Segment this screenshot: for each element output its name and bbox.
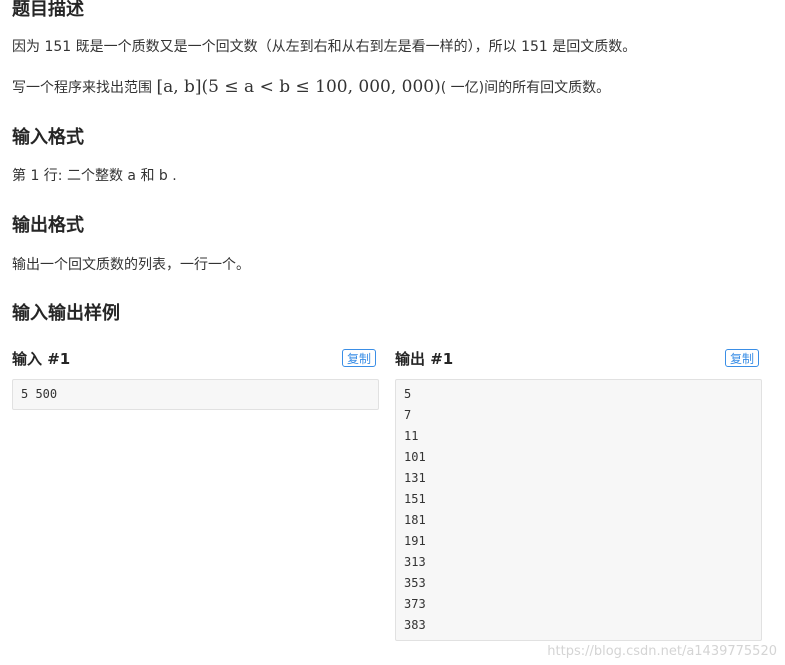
output-line: 131: [404, 471, 426, 485]
output-line: 5: [404, 387, 412, 401]
copy-input-button[interactable]: 复制: [342, 349, 377, 367]
output-line: 151: [404, 492, 426, 506]
output-line: 353: [404, 576, 426, 590]
description-text-after-math: ( 一亿)间的所有回文质数。: [440, 80, 611, 96]
description-text-before-math: 写一个程序来找出范围: [12, 80, 157, 96]
output-line: 11: [404, 429, 419, 443]
input-line: 5 500: [21, 387, 58, 401]
samples-heading: 输入输出样例: [12, 303, 120, 324]
description-heading: 题目描述: [12, 0, 84, 20]
sample-output-box[interactable]: 5 7 11 101 131 151 181 191 313 353 373 383: [395, 379, 762, 641]
output-format-heading: 输出格式: [12, 215, 84, 236]
blog-watermark: https://blog.csdn.net/a1439775520: [547, 644, 777, 659]
output-line: 101: [404, 450, 426, 464]
sample-input-box[interactable]: 5 500: [12, 379, 379, 410]
output-line: 7: [404, 408, 412, 422]
output-line: 383: [404, 618, 426, 632]
output-line: 181: [404, 513, 426, 527]
sample-input-label: 输入 #1: [12, 350, 71, 368]
range-math-expression: [a, b](5 ≤ a < b ≤ 100, 000, 000): [156, 77, 441, 97]
output-format-text: 输出一个回文质数的列表，一行一个。: [12, 257, 250, 273]
description-paragraph-1: 因为 151 既是一个质数又是一个回文数（从左到右和从右到左是看一样的），所以 …: [12, 39, 637, 55]
output-line: 373: [404, 597, 426, 611]
output-line: 191: [404, 534, 426, 548]
output-line: 313: [404, 555, 426, 569]
copy-output-button[interactable]: 复制: [725, 349, 760, 367]
sample-output-label: 输出 #1: [395, 350, 454, 368]
input-format-text: 第 1 行: 二个整数 a 和 b .: [12, 168, 177, 184]
input-format-heading: 输入格式: [12, 127, 84, 148]
description-paragraph-2: 写一个程序来找出范围 [a, b](5 ≤ a < b ≤ 100, 000, …: [12, 76, 610, 99]
